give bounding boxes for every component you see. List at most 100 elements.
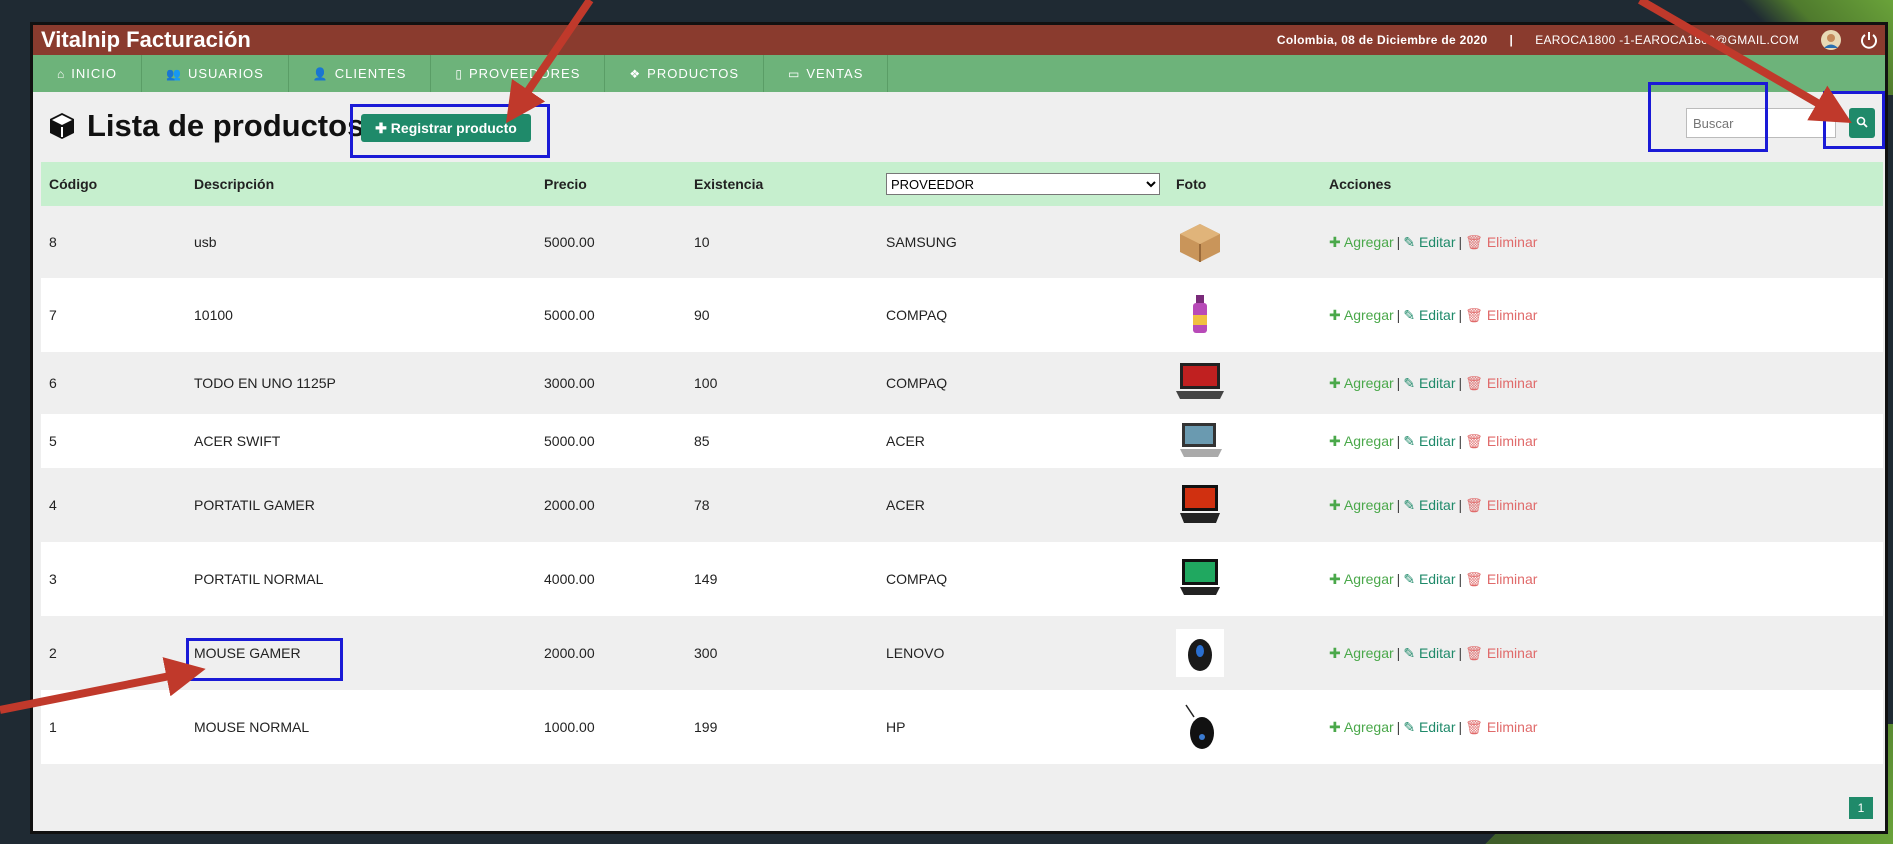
users-icon: 👥 xyxy=(165,66,182,81)
plus-icon: ✚ xyxy=(1329,570,1344,587)
action-separator: | xyxy=(1458,718,1463,735)
cell-provider: ACER xyxy=(886,497,925,513)
trash-icon: 🗑 xyxy=(1465,432,1487,449)
edit-action-label: Editar xyxy=(1418,718,1456,735)
edit-action-label: Editar xyxy=(1418,496,1456,513)
delete-action-link[interactable]: 🗑 Eliminar xyxy=(1465,719,1537,735)
edit-action-link[interactable]: ✎ Editar xyxy=(1403,497,1455,513)
delete-action-link[interactable]: 🗑 Eliminar xyxy=(1465,571,1537,587)
add-action-link[interactable]: ✚ Agregar xyxy=(1329,307,1394,323)
cell-price: 5000.00 xyxy=(544,234,595,250)
nav-label: PROVEEDORES xyxy=(468,66,581,81)
delete-action-link[interactable]: 🗑 Eliminar xyxy=(1465,307,1537,323)
nav-item-proveedores[interactable]: ▯ PROVEEDORES xyxy=(431,55,606,92)
product-photo-cardboard-box xyxy=(1176,218,1224,266)
nav-item-clientes[interactable]: 👤 CLIENTES xyxy=(289,55,432,92)
product-photo-laptop-red-screen xyxy=(1176,359,1224,407)
nav-item-productos[interactable]: ❖ PRODUCTOS xyxy=(605,55,764,92)
cell-actions: ✚ Agregar | ✎ Editar | 🗑 Eliminar xyxy=(1321,352,1883,414)
cell-stock: 100 xyxy=(694,375,718,391)
browser-frame: Vitalnip Facturación Colombia, 08 de Dic… xyxy=(30,22,1888,834)
user-icon: 👤 xyxy=(312,66,329,81)
edit-action-label: Editar xyxy=(1418,644,1456,661)
main-content: Lista de productos ✚ Registrar producto … xyxy=(33,92,1885,831)
cell-code: 4 xyxy=(49,497,57,513)
add-action-link[interactable]: ✚ Agregar xyxy=(1329,234,1394,250)
provider-filter-select[interactable]: PROVEEDOR xyxy=(886,173,1160,195)
nav-label: INICIO xyxy=(71,66,117,81)
trash-icon: 🗑 xyxy=(1465,570,1487,587)
cell-stock: 90 xyxy=(694,307,710,323)
cell-actions: ✚ Agregar | ✎ Editar | 🗑 Eliminar xyxy=(1321,616,1883,690)
plus-icon: ✚ xyxy=(1329,432,1344,449)
edit-action-link[interactable]: ✎ Editar xyxy=(1403,719,1455,735)
cell-actions: ✚ Agregar | ✎ Editar | 🗑 Eliminar xyxy=(1321,414,1883,468)
register-product-button[interactable]: ✚ Registrar producto xyxy=(361,114,531,142)
edit-action-link[interactable]: ✎ Editar xyxy=(1403,234,1455,250)
cell-provider: LENOVO xyxy=(886,645,945,661)
edit-icon: ✎ xyxy=(1403,570,1419,587)
cell-price: 5000.00 xyxy=(544,433,595,449)
edit-action-label: Editar xyxy=(1418,374,1456,391)
nav-item-usuarios[interactable]: 👥 USUARIOS xyxy=(142,55,289,92)
nav-item-ventas[interactable]: ▭ VENTAS xyxy=(764,55,889,92)
edit-action-label: Editar xyxy=(1418,570,1456,587)
add-action-link[interactable]: ✚ Agregar xyxy=(1329,571,1394,587)
edit-icon: ✎ xyxy=(1403,374,1419,391)
page-title: Lista de productos xyxy=(47,108,364,144)
cell-code: 1 xyxy=(49,719,57,735)
add-action-link[interactable]: ✚ Agregar xyxy=(1329,375,1394,391)
add-action-link[interactable]: ✚ Agregar xyxy=(1329,497,1394,513)
cell-photo xyxy=(1168,542,1321,616)
add-action-link[interactable]: ✚ Agregar xyxy=(1329,719,1394,735)
add-action-link[interactable]: ✚ Agregar xyxy=(1329,645,1394,661)
title-row: Lista de productos ✚ Registrar producto xyxy=(41,92,1881,162)
table-row: 1 MOUSE NORMAL 1000.00 199 HP ✚ Agregar | ✎ Edi… xyxy=(41,690,1883,764)
edit-action-link[interactable]: ✎ Editar xyxy=(1403,307,1455,323)
edit-action-link[interactable]: ✎ Editar xyxy=(1403,375,1455,391)
product-photo-laptop-gamer xyxy=(1176,481,1224,529)
cell-photo xyxy=(1168,278,1321,352)
user-email: EAROCA1800 -1-EAROCA1800@GMAIL.COM xyxy=(1535,33,1799,47)
add-action-label: Agregar xyxy=(1343,644,1394,661)
delete-action-link[interactable]: 🗑 Eliminar xyxy=(1465,234,1537,250)
plus-icon: ✚ xyxy=(1329,718,1344,735)
nav-item-inicio[interactable]: ⌂ INICIO xyxy=(33,55,142,92)
power-icon[interactable] xyxy=(1859,30,1879,50)
cell-actions: ✚ Agregar | ✎ Editar | 🗑 Eliminar xyxy=(1321,690,1883,764)
column-header-proveedor: PROVEEDOR xyxy=(878,162,1168,206)
nav-label: CLIENTES xyxy=(334,66,407,81)
trash-icon: 🗑 xyxy=(1465,496,1487,513)
add-action-label: Agregar xyxy=(1343,306,1394,323)
nav-label: USUARIOS xyxy=(187,66,264,81)
column-header-existencia: Existencia xyxy=(694,176,764,192)
action-separator: | xyxy=(1458,570,1463,587)
nav-label: VENTAS xyxy=(806,66,864,81)
add-action-link[interactable]: ✚ Agregar xyxy=(1329,433,1394,449)
table-row: 6 TODO EN UNO 1125P 3000.00 100 COMPAQ ✚ Agre… xyxy=(41,352,1883,414)
trash-icon: 🗑 xyxy=(1465,718,1487,735)
cell-actions: ✚ Agregar | ✎ Editar | 🗑 Eliminar xyxy=(1321,278,1883,352)
avatar-icon[interactable] xyxy=(1821,30,1841,50)
cell-photo xyxy=(1168,414,1321,468)
top-bar: Vitalnip Facturación Colombia, 08 de Dic… xyxy=(33,25,1885,55)
edit-action-link[interactable]: ✎ Editar xyxy=(1403,571,1455,587)
cell-price: 2000.00 xyxy=(544,497,595,513)
delete-action-link[interactable]: 🗑 Eliminar xyxy=(1465,433,1537,449)
search-input[interactable] xyxy=(1686,108,1836,138)
edit-action-link[interactable]: ✎ Editar xyxy=(1403,645,1455,661)
delete-action-link[interactable]: 🗑 Eliminar xyxy=(1465,375,1537,391)
edit-action-link[interactable]: ✎ Editar xyxy=(1403,433,1455,449)
cube-icon xyxy=(50,113,74,139)
register-product-label: Registrar producto xyxy=(390,119,517,136)
pagination-current-page[interactable]: 1 xyxy=(1849,797,1873,819)
trash-icon: 🗑 xyxy=(1465,644,1487,661)
edit-action-label: Editar xyxy=(1418,306,1456,323)
search-button[interactable] xyxy=(1849,108,1875,138)
delete-action-link[interactable]: 🗑 Eliminar xyxy=(1465,645,1537,661)
plus-icon: ✚ xyxy=(375,119,391,136)
table-row: 2 MOUSE GAMER 2000.00 300 LENOVO ✚ Agregar | ✎ … xyxy=(41,616,1883,690)
delete-action-link[interactable]: 🗑 Eliminar xyxy=(1465,497,1537,513)
add-action-label: Agregar xyxy=(1343,718,1394,735)
product-photo-mouse-gamer xyxy=(1176,629,1224,677)
